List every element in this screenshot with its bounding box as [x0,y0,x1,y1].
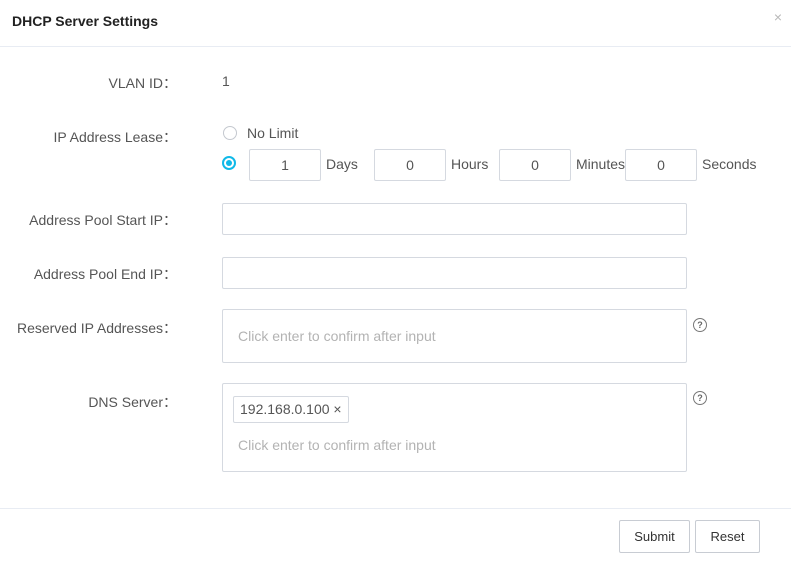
no-limit-radio[interactable] [223,126,237,140]
footer-divider [0,508,791,509]
lease-hours-input[interactable]: 0 [374,149,446,181]
pool-end-input[interactable] [222,257,687,289]
lease-label: IP Address Lease： [53,129,177,145]
no-limit-label: No Limit [247,125,299,141]
remove-tag-icon[interactable]: × [333,401,341,417]
dns-tag-text: 192.168.0.100 [240,401,330,417]
dns-server-label: DNS Server： [88,394,177,410]
reserved-ip-placeholder: Click enter to confirm after input [238,328,436,344]
seconds-unit-label: Seconds [702,156,757,172]
dialog-title: DHCP Server Settings [12,13,159,29]
pool-start-input[interactable] [222,203,687,235]
close-icon[interactable]: × [774,9,782,25]
dhcp-dialog: DHCP Server Settings × VLAN ID： 1 IP Add… [0,0,791,562]
hours-unit-label: Hours [451,156,489,172]
reserved-ip-label: Reserved IP Addresses： [16,320,177,336]
lease-minutes-input[interactable]: 0 [499,149,571,181]
custom-lease-radio[interactable] [222,156,236,170]
dns-tag: 192.168.0.100 × [233,396,349,423]
reserved-help-icon[interactable]: ? [693,318,707,332]
days-unit-label: Days [326,156,358,172]
vlan-id-value: 1 [222,73,230,89]
pool-end-label: Address Pool End IP： [33,266,177,282]
lease-seconds-input[interactable]: 0 [625,149,697,181]
dns-help-icon[interactable]: ? [693,391,707,405]
dns-placeholder: Click enter to confirm after input [238,437,436,453]
lease-days-input[interactable]: 1 [249,149,321,181]
submit-button[interactable]: Submit [619,520,690,553]
pool-start-label: Address Pool Start IP： [29,212,177,228]
reset-button[interactable]: Reset [695,520,760,553]
minutes-unit-label: Minutes [576,156,626,172]
vlan-id-label: VLAN ID： [108,75,177,91]
dialog-header: DHCP Server Settings × [0,0,791,47]
